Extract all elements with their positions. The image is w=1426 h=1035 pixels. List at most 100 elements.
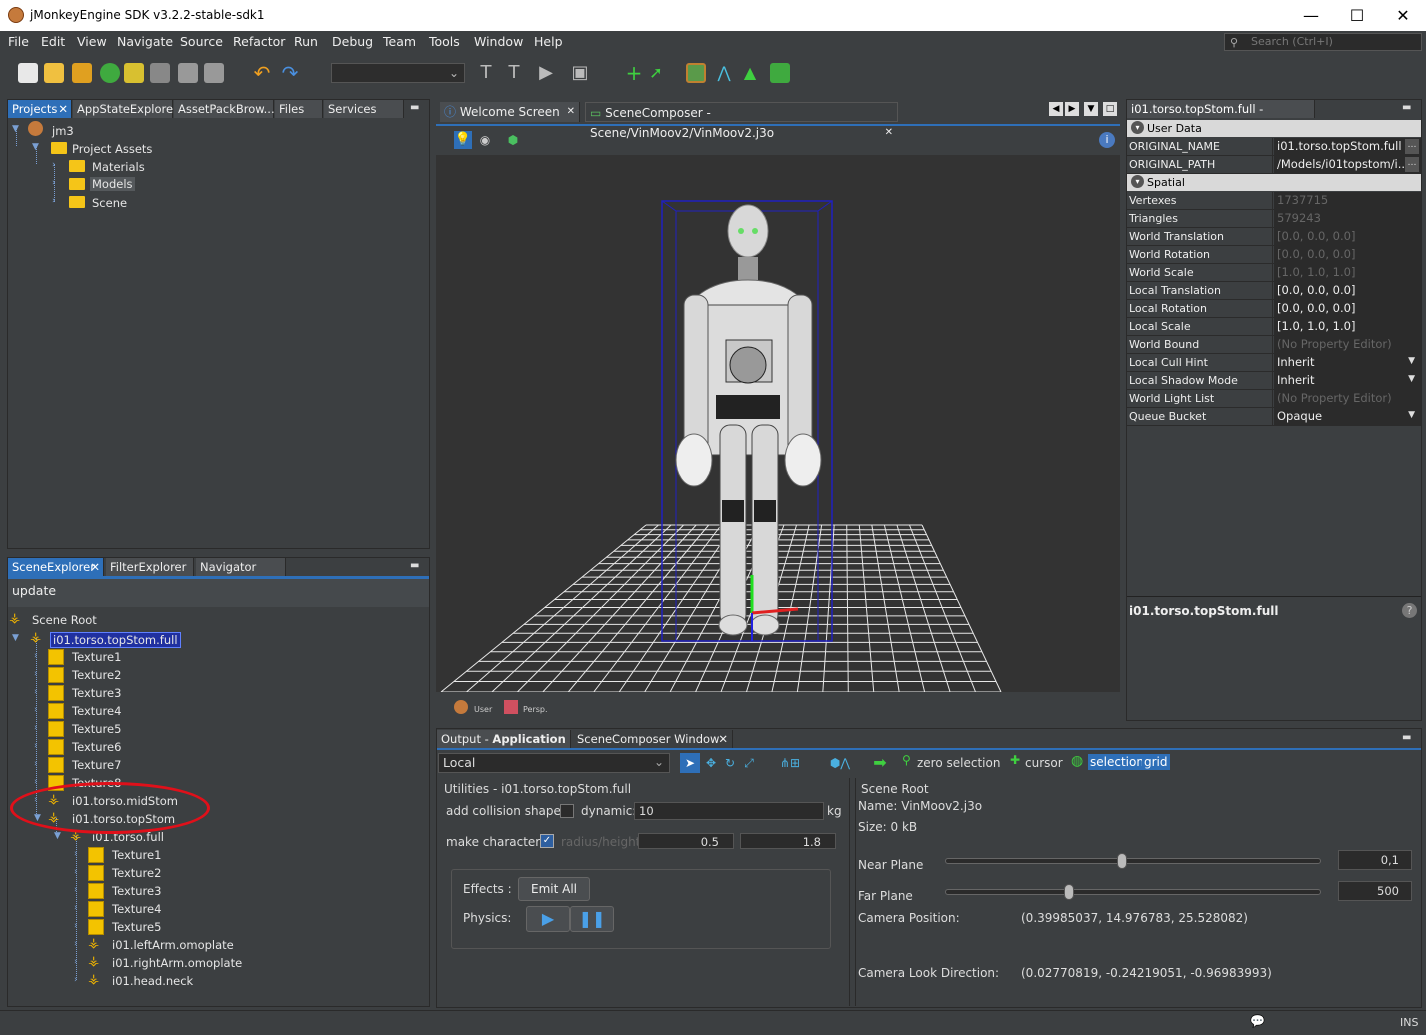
tab-assetpackbrowser[interactable]: AssetPackBrow... [174,100,275,118]
blender-icon[interactable] [150,63,170,83]
rotate-tool-icon[interactable]: ↻ [721,753,739,773]
mountain-icon[interactable]: ▲ [740,63,760,83]
collapse-icon[interactable]: › [52,196,56,206]
minimize-panel-icon[interactable]: ▬ [1402,732,1416,746]
add-icon[interactable]: + [624,63,644,83]
minimize-panel-icon[interactable]: ▬ [410,560,424,574]
near-plane-spinner[interactable]: 0,1 [1338,850,1412,870]
help-icon[interactable]: ? [1402,603,1417,618]
update-button[interactable]: update [8,579,429,607]
filter-icon[interactable] [124,63,144,83]
scene-tree-item[interactable]: Texture1 [72,650,121,664]
collapse-icon[interactable]: › [34,759,38,769]
scroll-right-icon[interactable]: ▶ [1065,102,1079,116]
new-project-icon[interactable] [44,63,64,83]
tree-item-scene-root[interactable]: Scene Root [32,613,97,627]
menu-view[interactable]: View [77,34,107,49]
scene-tree-item[interactable]: Texture4 [112,902,161,916]
make-character-checkbox[interactable]: ✓ [540,834,554,848]
redo-icon[interactable]: ↷ [280,63,300,83]
tab-output[interactable]: Output - Application [437,730,571,748]
build-icon[interactable]: T [476,63,496,83]
undo-icon[interactable]: ↶ [252,63,272,83]
arrow-icon[interactable]: ➚ [646,63,666,83]
scene-tree-item[interactable]: Texture6 [72,740,121,754]
minimize-panel-icon[interactable]: ▬ [410,102,424,116]
move-tool-icon[interactable]: ✥ [702,753,720,773]
collapse-icon[interactable]: › [74,939,78,949]
tree-item-scene[interactable]: Scene [92,196,127,210]
collapse-icon[interactable]: › [74,975,78,985]
scene-tree-item[interactable]: Texture2 [112,866,161,880]
3d-viewport[interactable] [436,155,1120,693]
terrain-tool-icon[interactable]: ⬢⋀ [820,753,860,773]
collapse-icon[interactable]: › [52,160,56,170]
scene-tree-item[interactable]: Texture3 [112,884,161,898]
far-plane-spinner[interactable]: 500 [1338,881,1412,901]
scene-tree-item[interactable]: i01.rightArm.omoplate [112,956,242,970]
scene-tree-item[interactable]: Texture5 [112,920,161,934]
tree-item-jm3[interactable]: jm3 [52,124,74,138]
collapse-icon[interactable]: › [34,651,38,661]
property-value[interactable]: Opaque [1274,408,1421,425]
collapse-icon[interactable]: ▾ [1131,121,1144,134]
user-camera-icon[interactable] [454,700,468,714]
tab-sceneexplorer[interactable]: SceneExplorer ✕ [8,558,104,576]
height-spinner[interactable]: 1.8 [740,833,836,849]
tab-services[interactable]: Services [324,100,404,118]
dynamic-mass-field[interactable]: 10 [634,802,824,820]
collapse-icon[interactable]: › [34,687,38,697]
menu-run[interactable]: Run [294,34,318,49]
clean-build-icon[interactable]: T [504,63,524,83]
menu-window[interactable]: Window [474,34,523,49]
minimize-panel-icon[interactable]: ▬ [1402,102,1416,116]
close-icon[interactable]: ✕ [885,123,893,143]
close-icon[interactable]: ✕ [567,102,575,122]
terrain-icon[interactable]: ⋀ [714,63,734,83]
property-value[interactable]: [1.0, 1.0, 1.0] [1274,318,1421,335]
scene-tree-item[interactable]: Texture7 [72,758,121,772]
maximize-button[interactable]: ☐ [1334,0,1380,31]
menu-edit[interactable]: Edit [41,34,65,49]
tab-welcome-screen[interactable]: ⓘ Welcome Screen ✕ [440,102,580,122]
collapse-icon[interactable]: › [34,705,38,715]
menu-source[interactable]: Source [180,34,223,49]
property-value[interactable]: /Models/i01topstom/i... [1274,156,1421,173]
scene-tree-item[interactable]: i01.torso.topStom.full [50,632,181,648]
snap-icon[interactable]: ⋔⊞ [770,753,810,773]
maximize-editor-icon[interactable]: □ [1103,102,1117,116]
physics-pause-button[interactable]: ❚❚ [570,906,614,932]
near-plane-slider[interactable] [945,858,1321,864]
selection-toggle[interactable]: selection [1088,754,1146,770]
collapse-icon[interactable]: › [74,903,78,913]
chevron-down-icon[interactable]: ▼ [1408,410,1415,420]
eye-icon[interactable]: ◉ [476,131,494,149]
expand-icon[interactable]: ▼ [12,124,19,134]
tree-item-models[interactable]: Models [90,177,135,191]
cursor-button[interactable]: cursor [1025,756,1063,770]
info-icon[interactable]: i [1099,132,1115,148]
tree-item-project-assets[interactable]: Project Assets [72,142,152,156]
property-value[interactable]: i01.torso.topStom.full [1274,138,1421,155]
chevron-down-icon[interactable]: ▼ [1408,356,1415,366]
move-arrow-icon[interactable]: ➡ [870,753,890,773]
more-button[interactable]: … [1405,139,1419,154]
collapse-icon[interactable]: › [34,777,38,787]
scene-tree-item[interactable]: Texture3 [72,686,121,700]
add-collision-checkbox[interactable] [560,804,574,818]
scene-tree-item[interactable]: Texture4 [72,704,121,718]
close-icon[interactable]: ✕ [90,558,100,576]
tab-navigator[interactable]: Navigator [196,558,286,576]
cube-icon[interactable]: ⬢ [504,131,522,149]
perspective-icon[interactable] [504,700,518,714]
scale-tool-icon[interactable]: ⤢ [740,753,758,773]
tab-filterexplorer[interactable]: FilterExplorer [106,558,194,576]
select-tool-icon[interactable]: ➤ [680,753,700,773]
more-button[interactable]: … [1405,157,1419,172]
new-file-icon[interactable] [18,63,38,83]
zero-selection-button[interactable]: zero selection [917,756,1000,770]
transform-space-select[interactable]: Local [438,753,670,773]
scene-tree-item[interactable]: Texture1 [112,848,161,862]
tree-item-materials[interactable]: Materials [92,160,145,174]
expand-icon[interactable]: ▼ [54,831,61,841]
